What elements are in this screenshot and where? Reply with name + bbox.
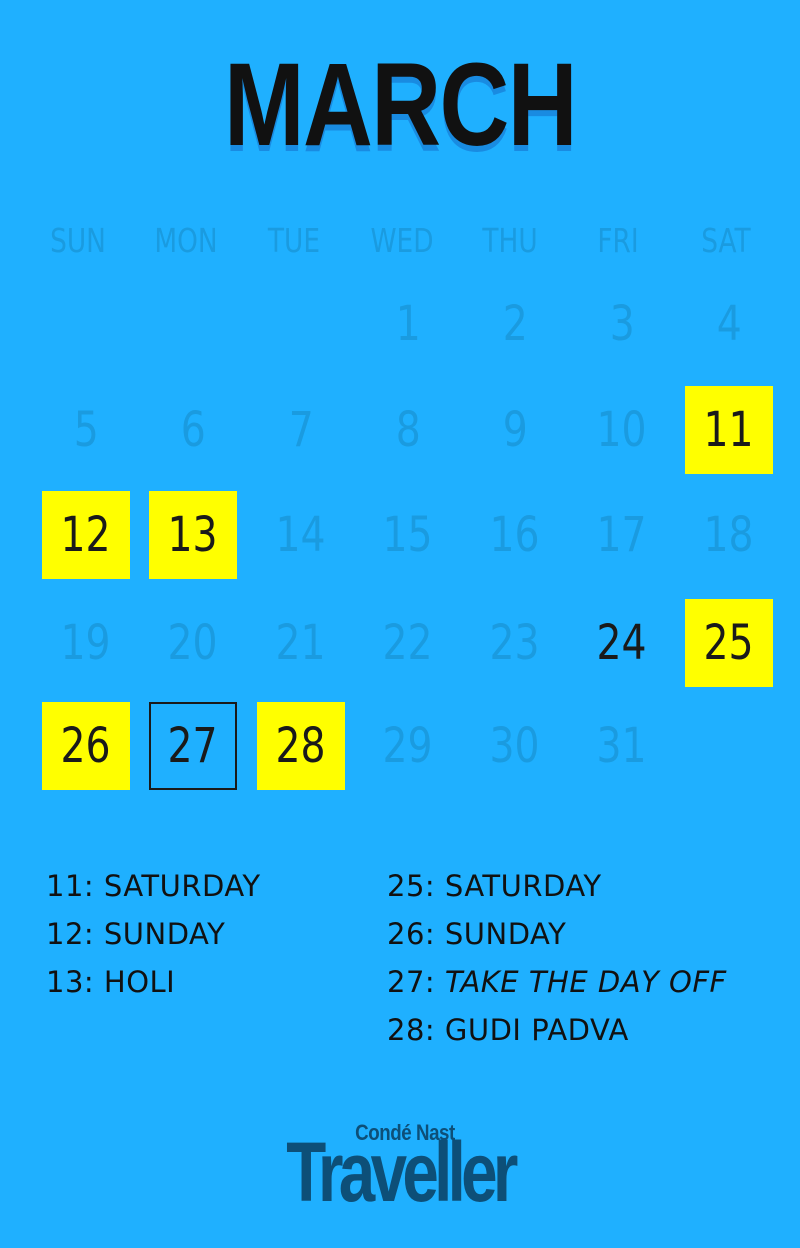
calendar-day-number: 12 xyxy=(60,507,112,563)
calendar-day-number: 1 xyxy=(395,296,421,352)
calendar-day-3: 3 xyxy=(578,280,666,368)
calendar-day-number: 2 xyxy=(502,296,528,352)
calendar-day-number: 24 xyxy=(596,615,648,671)
month-title: MARCH xyxy=(224,39,578,171)
calendar-day-29: 29 xyxy=(364,702,452,790)
calendar-day-1: 1 xyxy=(364,280,452,368)
calendar-day-30: 30 xyxy=(471,702,559,790)
calendar-day-17: 17 xyxy=(578,491,666,579)
calendar-day-9: 9 xyxy=(471,386,559,474)
calendar-day-5: 5 xyxy=(42,386,130,474)
weekday-wed: WED xyxy=(370,221,434,260)
calendar-day-number: 22 xyxy=(382,615,434,671)
calendar-day-18: 18 xyxy=(685,491,773,579)
calendar-day-16: 16 xyxy=(471,491,559,579)
calendar-day-24: 24 xyxy=(578,599,666,687)
calendar-day-number: 18 xyxy=(703,507,755,563)
calendar-day-21: 21 xyxy=(257,599,345,687)
weekday-fri: FRI xyxy=(597,221,639,260)
calendar-day-2: 2 xyxy=(471,280,559,368)
calendar-day-13: 13 xyxy=(149,491,237,579)
calendar-day-number: 16 xyxy=(489,507,541,563)
weekday-tue: TUE xyxy=(267,221,321,260)
calendar-day-20: 20 xyxy=(149,599,237,687)
calendar-day-11: 11 xyxy=(685,386,773,474)
calendar-day-number: 30 xyxy=(489,718,541,774)
calendar-day-number: 5 xyxy=(73,402,99,458)
conde-nast-traveller-logo: Condé Nast Traveller xyxy=(0,1120,800,1214)
weekday-sun: SUN xyxy=(50,221,106,260)
calendar-day-number: 6 xyxy=(180,402,206,458)
calendar-day-22: 22 xyxy=(364,599,452,687)
note-item: 12: SUNDAY xyxy=(46,917,226,951)
weekday-mon: MON xyxy=(154,221,218,260)
calendar-day-number: 20 xyxy=(167,615,219,671)
calendar-day-28: 28 xyxy=(257,702,345,790)
calendar-day-number: 17 xyxy=(596,507,648,563)
calendar-day-6: 6 xyxy=(149,386,237,474)
weekday-sat: SAT xyxy=(701,221,751,260)
calendar-day-number: 25 xyxy=(703,615,755,671)
logo-title-text: Traveller xyxy=(286,1125,518,1219)
calendar-day-number: 3 xyxy=(609,296,635,352)
calendar-day-26: 26 xyxy=(42,702,130,790)
calendar-day-12: 12 xyxy=(42,491,130,579)
calendar-day-23: 23 xyxy=(471,599,559,687)
calendar-grid: 1 2 3 4 5 6 7 8 9 10 11 12 13 14 15 16 17 18 19 20 21 22 23 24 2… xyxy=(0,280,800,810)
calendar-day-14: 14 xyxy=(257,491,345,579)
calendar-day-number: 27 xyxy=(167,718,219,774)
calendar-day-number: 8 xyxy=(395,402,421,458)
note-item: 26: SUNDAY xyxy=(387,917,567,951)
calendar-day-number: 4 xyxy=(716,296,742,352)
calendar-day-number: 13 xyxy=(167,507,219,563)
calendar-day-19: 19 xyxy=(42,599,130,687)
calendar-day-25: 25 xyxy=(685,599,773,687)
calendar-day-number: 19 xyxy=(60,615,112,671)
calendar-day-number: 11 xyxy=(703,402,755,458)
note-item: 11: SATURDAY xyxy=(46,869,261,903)
calendar-day-7: 7 xyxy=(257,386,345,474)
note-item: 28: GUDI PADVA xyxy=(387,1013,629,1047)
calendar-day-number: 26 xyxy=(60,718,112,774)
calendar-day-27: 27 xyxy=(149,702,237,790)
calendar-day-number: 29 xyxy=(382,718,434,774)
weekday-header-row: SUN MON TUE WED THU FRI SAT xyxy=(32,218,788,266)
calendar-day-number: 31 xyxy=(596,718,648,774)
note-item: 13: HOLI xyxy=(46,965,176,999)
calendar-day-15: 15 xyxy=(364,491,452,579)
calendar-day-8: 8 xyxy=(364,386,452,474)
calendar-day-number: 9 xyxy=(502,402,528,458)
calendar-day-4: 4 xyxy=(685,280,773,368)
weekday-thu: THU xyxy=(482,221,538,260)
calendar-day-number: 7 xyxy=(288,402,314,458)
note-item: 25: SATURDAY xyxy=(387,869,602,903)
note-item: 27: TAKE THE DAY OFF xyxy=(387,965,727,999)
calendar-day-10: 10 xyxy=(578,386,666,474)
calendar-day-number: 10 xyxy=(596,402,648,458)
calendar-day-31: 31 xyxy=(578,702,666,790)
calendar-day-number: 21 xyxy=(275,615,327,671)
calendar-day-number: 23 xyxy=(489,615,541,671)
calendar-day-number: 14 xyxy=(275,507,327,563)
calendar-day-number: 28 xyxy=(275,718,327,774)
calendar-day-number: 15 xyxy=(382,507,434,563)
